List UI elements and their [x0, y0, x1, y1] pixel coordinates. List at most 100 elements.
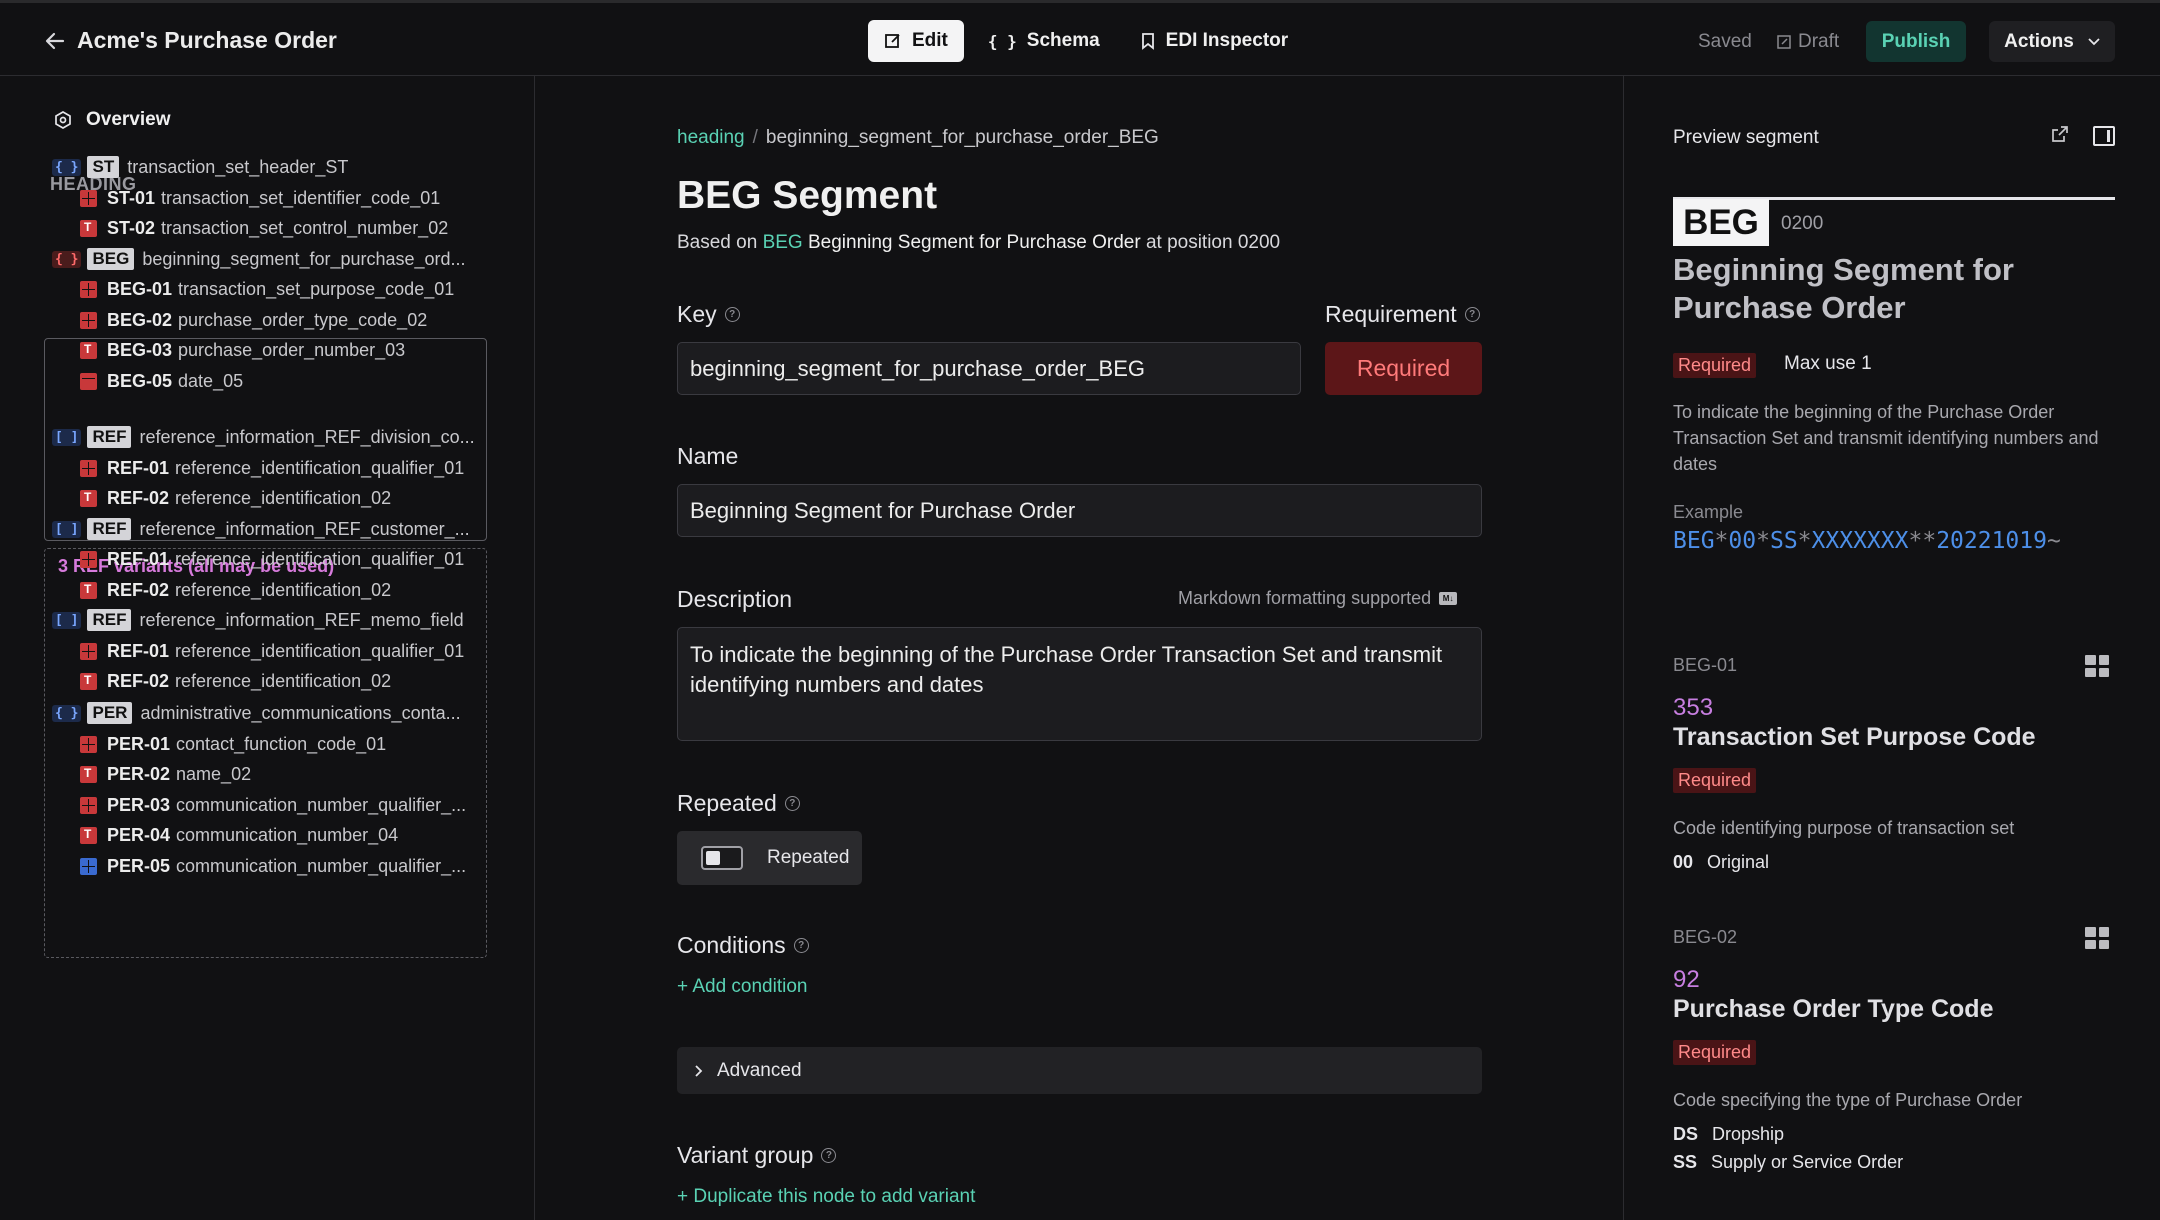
preview-title: Beginning Segment for Purchase Order	[1673, 252, 2014, 325]
tree-label: reference_information_REF_customer_...	[139, 518, 470, 539]
tree-element-beg-03[interactable]: BEG-03purchase_order_number_03	[80, 335, 405, 365]
breadcrumb-link-heading[interactable]: heading	[677, 127, 745, 149]
description-textarea[interactable]: To indicate the beginning of the Purchas…	[677, 627, 1482, 741]
example-part: SS	[1769, 528, 1798, 554]
help-icon[interactable]: ?	[784, 796, 800, 811]
based-on-line: Based on BEG Beginning Segment for Purch…	[677, 232, 1280, 254]
text-type-icon	[80, 765, 97, 783]
element-number: 92	[1673, 966, 1700, 993]
based-on-code[interactable]: BEG	[763, 232, 803, 253]
text-type-icon	[80, 826, 97, 844]
tree-segment-ref[interactable]: [ ] REF reference_information_REF_division…	[52, 422, 475, 452]
gear-icon	[55, 111, 71, 129]
duplicate-node-link[interactable]: + Duplicate this node to add variant	[677, 1186, 975, 1208]
object-icon: { }	[52, 250, 82, 268]
tab-schema[interactable]: { } Schema	[972, 20, 1116, 62]
code-value-row: SS Supply or Service Order	[1673, 1152, 1903, 1173]
description-label-text: Description	[677, 586, 793, 612]
element-code: BEG-02	[107, 309, 173, 330]
tree-element-beg-01[interactable]: BEG-01 transaction_set_purpose_code_01	[80, 274, 454, 304]
help-icon[interactable]: ?	[821, 1148, 837, 1163]
example-part: *	[1714, 528, 1729, 554]
text-type-icon	[80, 581, 97, 599]
element-code: REF-02	[107, 487, 170, 508]
name-input[interactable]: Beginning Segment for Purchase Order	[677, 484, 1482, 537]
based-on-suffix: at position 0200	[1145, 232, 1281, 253]
tree-label: contact_function_code_01	[176, 733, 387, 754]
arrow-left-icon[interactable]	[44, 30, 66, 52]
segment-tag: ST	[87, 156, 120, 178]
text-type-icon	[80, 489, 97, 507]
object-icon: { }	[52, 704, 82, 722]
actions-button[interactable]: Actions	[1989, 21, 2115, 62]
repeated-toggle[interactable]: Repeated	[677, 831, 862, 885]
tree-segment-ref[interactable]: [ ] REF reference_information_REF_memo_fie…	[52, 605, 464, 635]
segment-editor: heading / beginning_segment_for_purchase…	[536, 76, 1622, 1220]
tree-element-per-02[interactable]: PER-02name_02	[80, 759, 251, 789]
segment-tag: PER	[87, 702, 133, 724]
tree-element-st-02[interactable]: ST-02transaction_set_control_number_02	[80, 213, 448, 243]
advanced-accordion[interactable]: Advanced	[677, 1047, 1482, 1094]
tab-label: Edit	[912, 30, 948, 51]
based-on-name: Beginning Segment for Purchase Order	[807, 232, 1141, 253]
element-code: PER-03	[107, 794, 171, 815]
tree-element-ref-01[interactable]: REF-01 reference_identification_qualifier…	[80, 636, 464, 666]
tree-element-ref-01[interactable]: REF-01 reference_identification_qualifier…	[80, 453, 464, 483]
max-use: Max use 1	[1784, 353, 1872, 374]
element-id: BEG-02	[1673, 927, 1738, 947]
repeated-label: Repeated ?	[677, 790, 800, 817]
code-value-row: 00 Original	[1673, 852, 1769, 873]
tree-segment-st[interactable]: { } ST transaction_set_header_ST	[52, 152, 348, 182]
requirement-label-text: Requirement	[1325, 301, 1457, 327]
tree-segment-ref[interactable]: [ ] REF reference_information_REF_customer…	[52, 514, 470, 544]
array-icon: [ ]	[52, 611, 82, 629]
tree-label: beginning_segment_for_purchase_ord...	[142, 248, 466, 269]
element-number: 353	[1673, 694, 1714, 721]
tree-element-beg-05[interactable]: BEG-05 date_05	[80, 366, 243, 396]
code-label: Supply or Service Order	[1711, 1152, 1904, 1172]
add-condition-link[interactable]: + Add condition	[677, 976, 807, 998]
tree-segment-beg[interactable]: { } BEG beginning_segment_for_purchase_ord…	[52, 244, 466, 274]
tree-segment-per[interactable]: { } PER administrative_communications_cont…	[52, 698, 461, 728]
tree-element-per-01[interactable]: PER-01 contact_function_code_01	[80, 729, 386, 759]
tree-element-per-05[interactable]: PER-05 communication_number_qualifier_...	[80, 851, 466, 881]
example-part: 20221019	[1936, 528, 2047, 554]
code-list-icon	[2085, 655, 2109, 677]
tree-element-ref-02[interactable]: REF-02reference_identification_02	[80, 483, 391, 513]
tree-label: purchase_order_type_code_02	[178, 309, 428, 330]
markdown-note-text: Markdown formatting supported	[1178, 588, 1432, 608]
help-icon[interactable]: ?	[1464, 307, 1480, 322]
chevron-down-icon	[2088, 37, 2100, 45]
draft-label: Draft	[1798, 31, 1840, 52]
help-icon[interactable]: ?	[724, 307, 740, 322]
example-value: BEG*00*SS*XXXXXXX**20221019~	[1673, 528, 2061, 554]
tree-element-ref-02[interactable]: REF-02reference_identification_02	[80, 575, 391, 605]
tree-element-per-04[interactable]: PER-04communication_number_04	[80, 820, 398, 850]
sidebar-toggle-icon[interactable]	[2093, 126, 2115, 146]
tab-edit[interactable]: Edit	[868, 20, 964, 62]
tree-label: reference_identification_02	[175, 579, 392, 600]
key-label-text: Key	[677, 301, 717, 327]
tree-label: transaction_set_control_number_02	[161, 217, 449, 238]
toggle-switch[interactable]	[701, 846, 743, 870]
tree-element-per-03[interactable]: PER-03 communication_number_qualifier_...	[80, 790, 466, 820]
overview-link[interactable]: Overview	[54, 109, 171, 131]
external-link-icon[interactable]	[2050, 124, 2070, 144]
overview-label: Overview	[86, 109, 171, 130]
draft-icon	[1777, 34, 1791, 49]
element-code: BEG-01	[107, 278, 173, 299]
schema-tree-sidebar: Overview HEADING 3 REF variants (all may…	[0, 76, 535, 1220]
publish-button[interactable]: Publish	[1866, 21, 1966, 62]
tree-element-st-01[interactable]: ST-01 transaction_set_identifier_code_01	[80, 183, 440, 213]
actions-label: Actions	[2004, 30, 2074, 52]
requirement-select[interactable]: Required	[1325, 342, 1482, 395]
tree-element-ref-01[interactable]: REF-01 reference_identification_qualifier…	[80, 544, 464, 574]
tree-element-ref-02[interactable]: REF-02reference_identification_02	[80, 666, 391, 696]
braces-icon: { }	[987, 31, 1017, 51]
tree-element-beg-02[interactable]: BEG-02 purchase_order_type_code_02	[80, 305, 427, 335]
element-code: REF-02	[107, 670, 170, 691]
tab-edi-inspector[interactable]: EDI Inspector	[1124, 20, 1304, 62]
code-list-icon	[80, 311, 97, 329]
key-input[interactable]: beginning_segment_for_purchase_order_BEG	[677, 342, 1301, 395]
help-icon[interactable]: ?	[793, 938, 809, 953]
